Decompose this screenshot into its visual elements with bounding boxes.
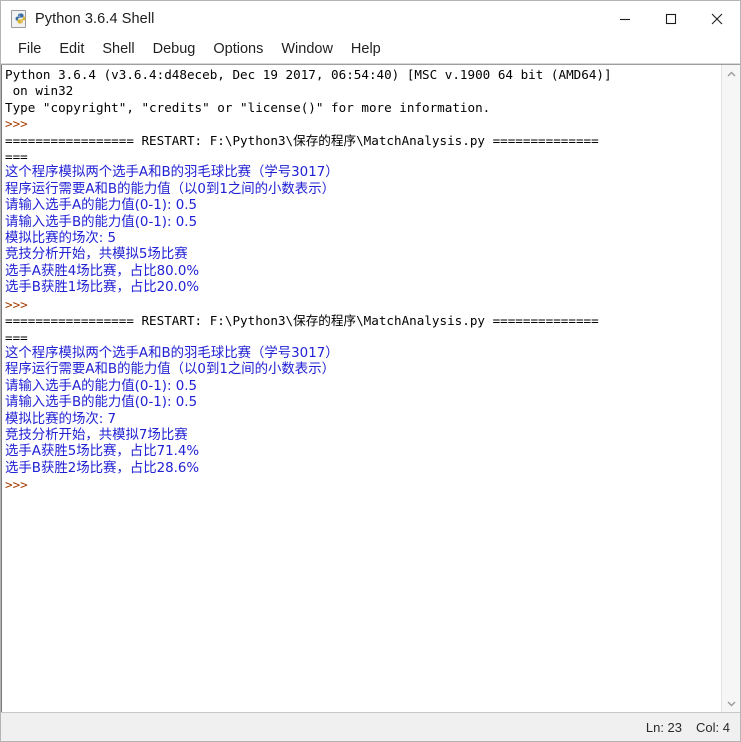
close-button[interactable] (694, 1, 740, 36)
console-line: 这个程序模拟两个选手A和B的羽毛球比赛（学号3017） (5, 345, 339, 361)
console-line: >>> (5, 477, 28, 493)
menu-item-shell[interactable]: Shell (93, 39, 143, 60)
close-icon (711, 13, 723, 24)
menu-item-help[interactable]: Help (342, 39, 390, 60)
status-line-indicator: Ln: 23 (645, 719, 683, 735)
console-line: 竞技分析开始，共模拟5场比赛 (5, 247, 188, 263)
console-line: 选手A获胜5场比赛，占比71.4% (5, 444, 200, 460)
chevron-down-icon (727, 701, 735, 706)
minimize-icon (620, 18, 630, 20)
console-line: 这个程序模拟两个选手A和B的羽毛球比赛（学号3017） (5, 165, 339, 181)
menu-item-window[interactable]: Window (272, 39, 342, 60)
console-line: 竞技分析开始，共模拟7场比赛 (5, 427, 188, 443)
console-line: 选手B获胜2场比赛，占比28.6% (5, 460, 200, 476)
menu-item-debug[interactable]: Debug (144, 39, 205, 60)
console-line: 选手B获胜1场比赛，占比20.0% (5, 280, 200, 296)
window-title: Python 3.6.4 Shell (35, 10, 155, 27)
console-line: 选手A获胜4场比赛，占比80.0% (5, 263, 200, 279)
menu-item-file[interactable]: File (9, 39, 50, 60)
minimize-button[interactable] (602, 1, 648, 36)
console-line: === (5, 149, 28, 165)
menu-bar: File Edit Shell Debug Options Window Help (1, 36, 740, 64)
console-line: 程序运行需要A和B的能力值（以0到1之间的小数表示） (5, 181, 335, 197)
console-line: ================= RESTART: F:\Python3\保存… (5, 132, 599, 148)
menu-item-options[interactable]: Options (204, 39, 272, 60)
window-controls (602, 1, 740, 36)
console-line: 请输入选手B的能力值(0-1): 0.5 (5, 214, 198, 230)
title-bar-left: Python 3.6.4 Shell (1, 10, 155, 28)
scroll-up-button[interactable] (722, 65, 740, 83)
console-line: 请输入选手B的能力值(0-1): 0.5 (5, 395, 198, 411)
menu-item-edit[interactable]: Edit (50, 39, 93, 60)
console-line: 程序运行需要A和B的能力值（以0到1之间的小数表示） (5, 362, 335, 378)
python-shell-window: Python 3.6.4 Shell File Edit Shell Debug… (0, 0, 741, 742)
console-line: >>> (5, 116, 28, 132)
console-line: Python 3.6.4 (v3.6.4:d48eceb, Dec 19 201… (5, 67, 612, 82)
shell-text-area[interactable]: Python 3.6.4 (v3.6.4:d48eceb, Dec 19 201… (1, 65, 721, 712)
python-file-icon (10, 10, 27, 28)
scroll-down-button[interactable] (722, 694, 740, 712)
console-line: 模拟比赛的场次: 7 (5, 411, 117, 427)
shell-body: Python 3.6.4 (v3.6.4:d48eceb, Dec 19 201… (1, 64, 740, 712)
console-line: 模拟比赛的场次: 5 (5, 231, 117, 247)
console-line: ================= RESTART: F:\Python3\保存… (5, 313, 599, 329)
chevron-up-icon (727, 71, 735, 76)
maximize-button[interactable] (648, 1, 694, 36)
status-bar: Ln: 23 Col: 4 (1, 712, 740, 741)
title-bar: Python 3.6.4 Shell (1, 1, 740, 36)
maximize-icon (665, 13, 677, 24)
vertical-scrollbar[interactable] (721, 65, 740, 712)
console-line: on win32 (5, 83, 74, 99)
console-output: Python 3.6.4 (v3.6.4:d48eceb, Dec 19 201… (5, 67, 721, 494)
console-line: 请输入选手A的能力值(0-1): 0.5 (5, 378, 198, 394)
console-line: >>> (5, 296, 28, 312)
console-line: Type "copyright", "credits" or "license(… (5, 99, 491, 115)
console-line: 请输入选手A的能力值(0-1): 0.5 (5, 198, 198, 214)
status-column-indicator: Col: 4 (696, 719, 730, 735)
scrollbar-track[interactable] (722, 83, 740, 694)
console-line: === (5, 329, 28, 345)
